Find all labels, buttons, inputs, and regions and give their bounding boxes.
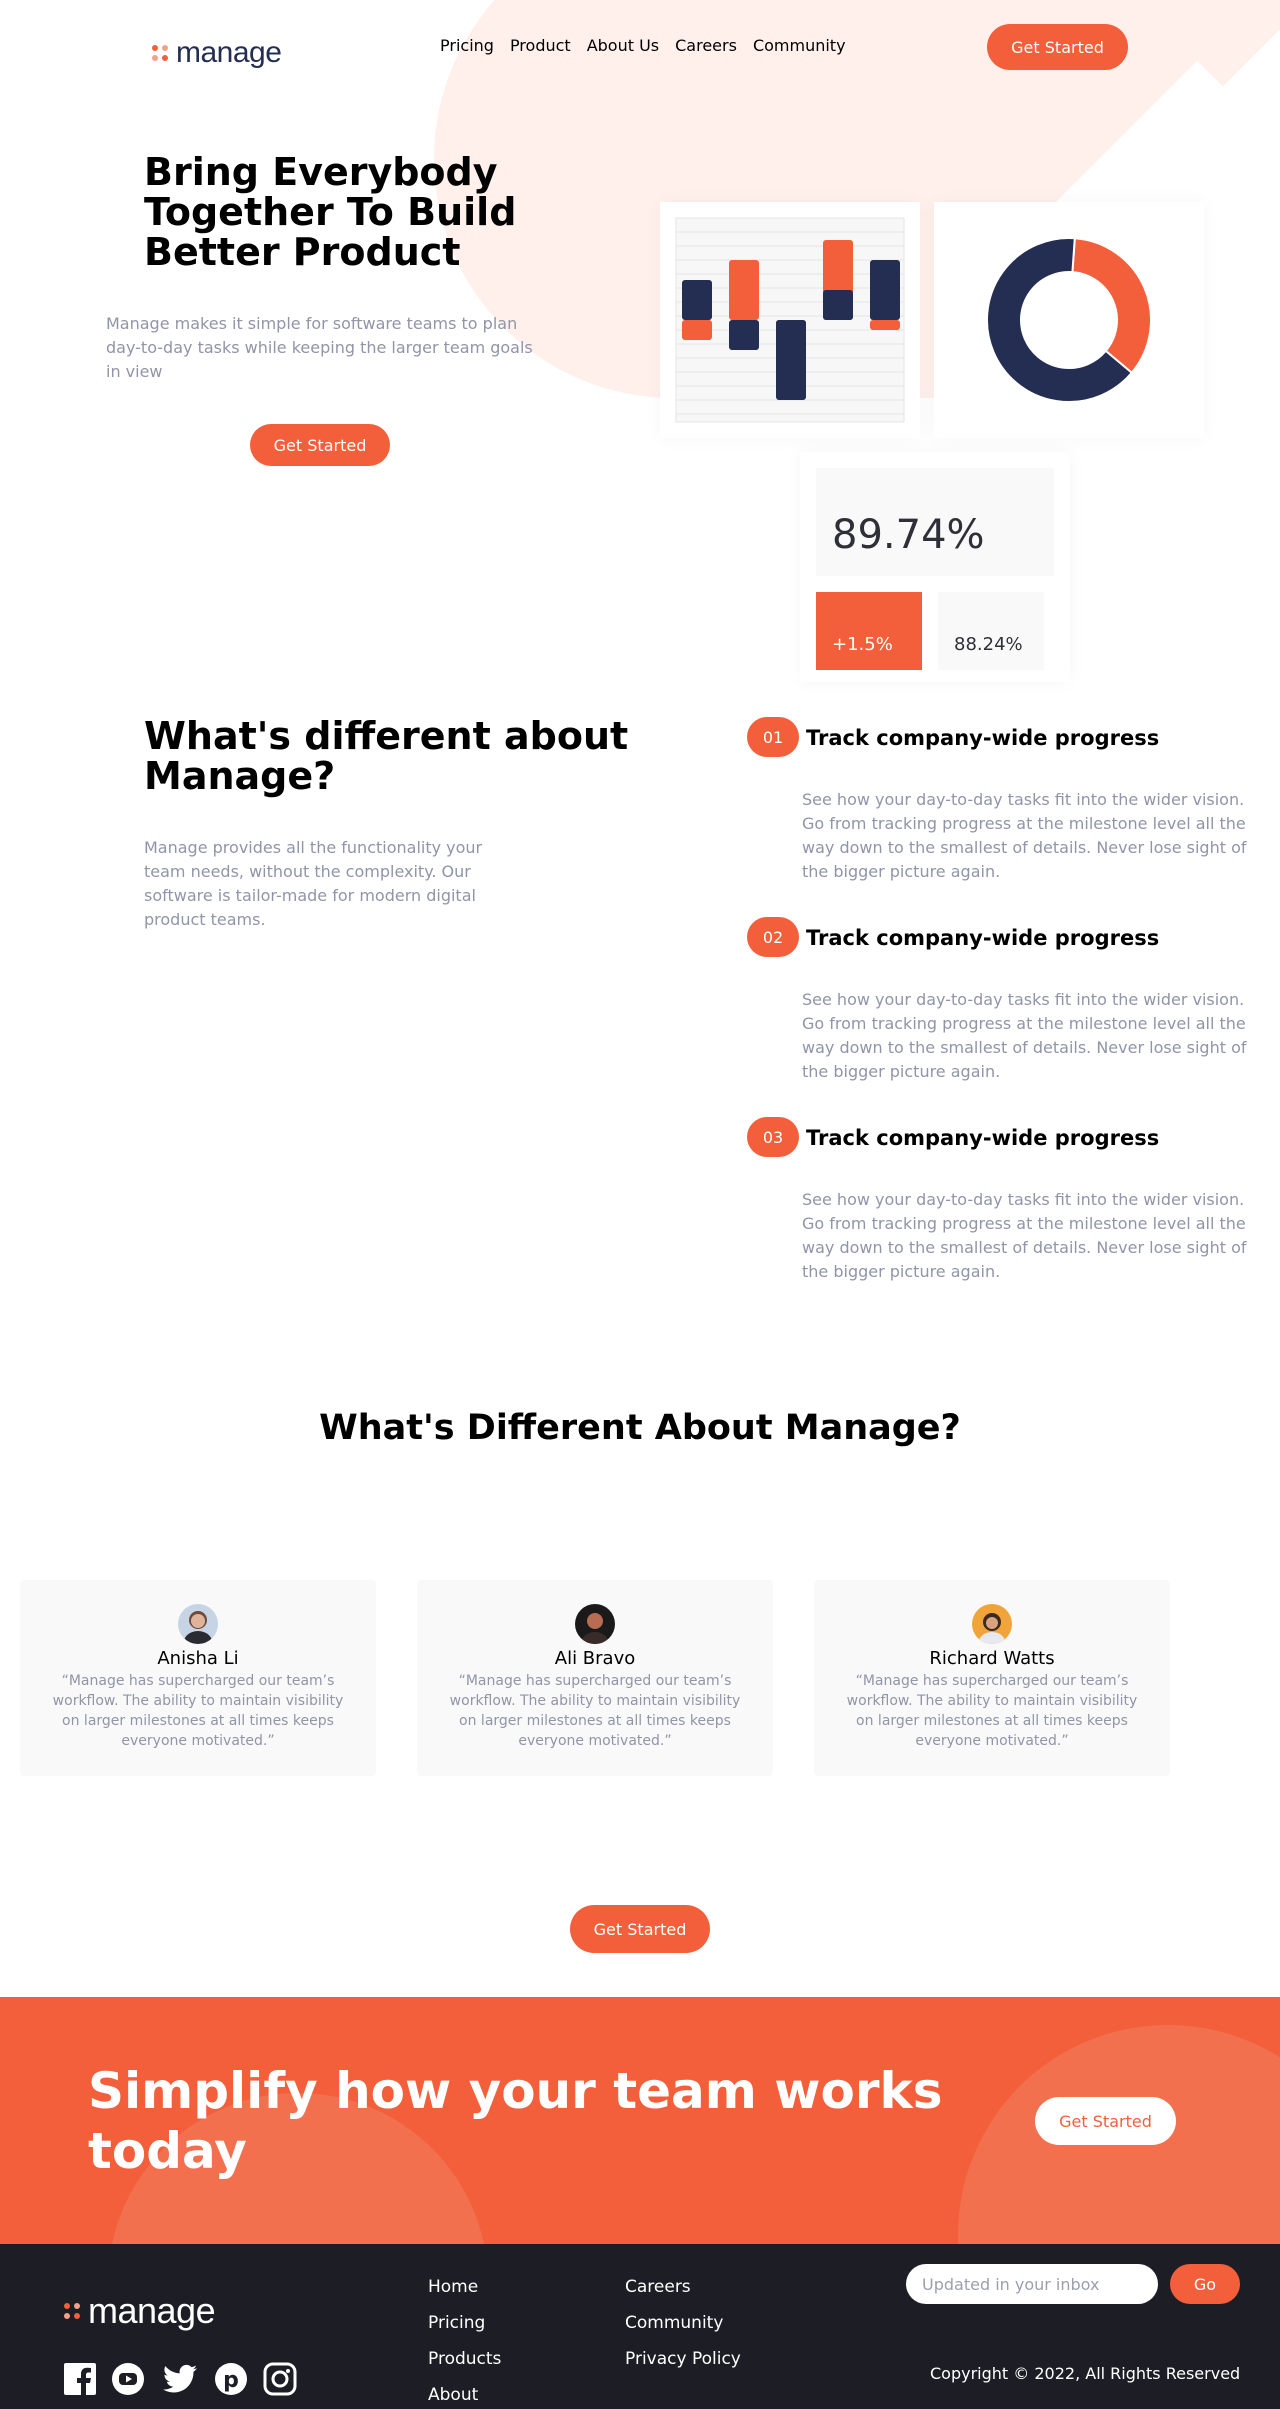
nav-item-careers[interactable]: Careers (675, 36, 737, 55)
donut-chart (986, 237, 1152, 403)
big-stat-panel: 89.74% (816, 468, 1054, 576)
facebook-icon[interactable] (63, 2362, 97, 2396)
feature-title-3: Track company-wide progress (806, 1126, 1160, 1150)
nav-item-product[interactable]: Product (510, 36, 571, 55)
donut-slice-orange (1071, 237, 1152, 375)
growth-stat-panel: +1.5% (816, 592, 922, 670)
testimonials-title: What's Different About Manage? (319, 1408, 961, 1448)
bar-navy-4 (823, 290, 853, 320)
logo-text: manage (176, 36, 282, 69)
cta-title: Simplify how your team works today (88, 2062, 943, 2180)
youtube-icon[interactable] (111, 2362, 145, 2396)
footer-link-careers[interactable]: Careers (625, 2277, 691, 2297)
bar-chart (675, 217, 905, 423)
footer-link-pricing[interactable]: Pricing (428, 2313, 485, 2333)
bar-navy-5 (870, 260, 900, 320)
logo-mark-icon (152, 45, 168, 61)
nav-item-about-us[interactable]: About Us (587, 36, 659, 55)
bar-orange-2 (729, 260, 759, 320)
feature-number-3: 03 (747, 1117, 799, 1157)
avatar-ali (575, 1604, 615, 1644)
testimonial-card-anisha: Anisha Li “Manage has supercharged our t… (20, 1580, 376, 1776)
twitter-icon[interactable] (163, 2362, 197, 2396)
bar-chart-card (660, 202, 920, 438)
avatar-richard (972, 1604, 1012, 1644)
stats-card: 89.74% +1.5% 88.24% (800, 452, 1070, 682)
testimonial-quote: “Manage has supercharged our team’s work… (449, 1673, 741, 1749)
newsletter-go-button[interactable]: Go (1170, 2264, 1240, 2304)
instagram-icon[interactable] (263, 2362, 297, 2396)
footer-logo[interactable]: manage (64, 2290, 216, 2332)
avatar-anisha (178, 1604, 218, 1644)
cta-banner: Simplify how your team works today Get S… (0, 1997, 1280, 2244)
logo-text: manage (88, 2290, 216, 2331)
hero-subtitle: Manage makes it simple for software team… (106, 314, 533, 381)
testimonial-quote: “Manage has supercharged our team’s work… (52, 1673, 344, 1749)
bar-orange-1 (682, 320, 712, 340)
logo-mark-icon (64, 2303, 80, 2319)
big-stat-value: 89.74% (832, 512, 985, 558)
feature-number-2: 02 (747, 917, 799, 957)
bar-navy-1 (682, 280, 712, 320)
rate-stat-panel: 88.24% (938, 592, 1044, 670)
footer-link-about[interactable]: About (428, 2385, 478, 2405)
testimonial-quote: “Manage has supercharged our team’s work… (846, 1673, 1138, 1749)
footer-link-privacy-policy[interactable]: Privacy Policy (625, 2349, 741, 2369)
testimonial-card-richard: Richard Watts “Manage has supercharged o… (814, 1580, 1170, 1776)
rate-stat-value: 88.24% (954, 634, 1023, 655)
nav-item-community[interactable]: Community (753, 36, 846, 55)
growth-stat-value: +1.5% (832, 634, 893, 655)
svg-text:p: p (223, 2368, 239, 2393)
features-body: Manage provides all the functionality yo… (144, 838, 483, 929)
footer-link-products[interactable]: Products (428, 2349, 501, 2369)
testimonial-name: Ali Bravo (554, 1648, 636, 1669)
bar-navy-2 (729, 320, 759, 350)
footer-link-home[interactable]: Home (428, 2277, 478, 2297)
header-logo[interactable]: manage (152, 36, 282, 70)
footer-link-community[interactable]: Community (625, 2313, 723, 2333)
cta-get-started-button[interactable]: Get Started (1035, 2097, 1176, 2145)
testimonials-get-started-button[interactable]: Get Started (570, 1905, 710, 1953)
feature-title-2: Track company-wide progress (806, 926, 1160, 950)
feature-body-2: See how your day-to-day tasks fit into t… (802, 990, 1247, 1081)
testimonial-card-ali: Ali Bravo “Manage has supercharged our t… (417, 1580, 773, 1776)
feature-body-3: See how your day-to-day tasks fit into t… (802, 1190, 1247, 1281)
pinterest-icon[interactable]: p (214, 2362, 248, 2396)
bar-orange-5 (870, 320, 900, 330)
testimonial-name: Anisha Li (157, 1648, 239, 1669)
feature-number-1: 01 (747, 717, 799, 757)
feature-body-1: See how your day-to-day tasks fit into t… (802, 790, 1247, 881)
bar-navy-3 (776, 320, 806, 400)
hero-title: Bring Everybody Together To Build Better… (144, 150, 517, 274)
donut-chart-card (934, 202, 1204, 438)
testimonial-name: Richard Watts (929, 1648, 1055, 1669)
newsletter-email-input[interactable] (906, 2264, 1158, 2304)
main-nav: Pricing Product About Us Careers Communi… (440, 36, 846, 55)
footer-copyright: Copyright © 2022, All Rights Reserved (930, 2364, 1241, 2383)
nav-item-pricing[interactable]: Pricing (440, 36, 494, 55)
hero-get-started-button[interactable]: Get Started (250, 424, 390, 466)
features-title: What's different about Manage? (144, 714, 629, 798)
header-get-started-button[interactable]: Get Started (987, 24, 1128, 70)
feature-title-1: Track company-wide progress (806, 726, 1160, 750)
footer: manage p Home Pricing Products About Car… (0, 2244, 1280, 2409)
